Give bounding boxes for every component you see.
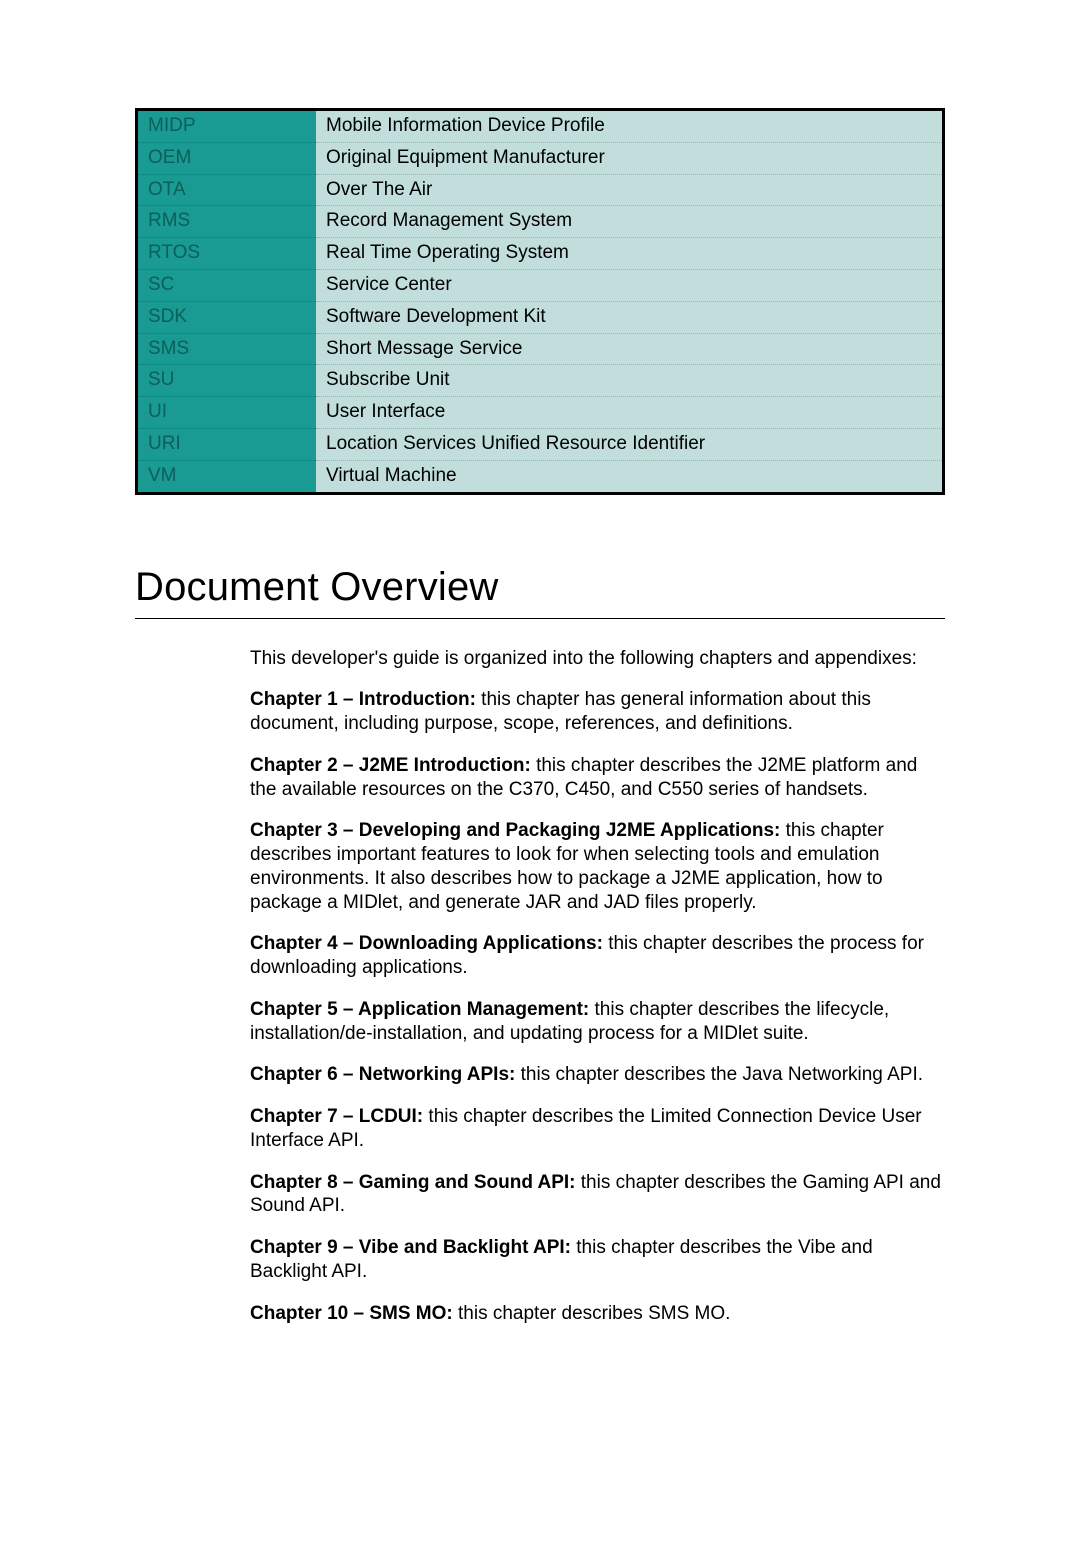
chapter-label: Chapter 7 – LCDUI: bbox=[250, 1106, 423, 1127]
chapter-paragraph: Chapter 9 – Vibe and Backlight API: this… bbox=[250, 1236, 945, 1284]
table-row: SCService Center bbox=[137, 269, 944, 301]
desc-cell: User Interface bbox=[316, 397, 944, 429]
document-page: MIDPMobile Information Device ProfileOEM… bbox=[0, 0, 1080, 1543]
desc-cell: Mobile Information Device Profile bbox=[316, 110, 944, 143]
desc-cell: Record Management System bbox=[316, 206, 944, 238]
chapter-label: Chapter 8 – Gaming and Sound API: bbox=[250, 1172, 576, 1193]
table-row: OTAOver The Air bbox=[137, 174, 944, 206]
table-row: SMSShort Message Service bbox=[137, 333, 944, 365]
abbr-cell: OEM bbox=[137, 142, 317, 174]
desc-cell: Subscribe Unit bbox=[316, 365, 944, 397]
chapter-label: Chapter 5 – Application Management: bbox=[250, 999, 589, 1020]
table-row: VMVirtual Machine bbox=[137, 460, 944, 493]
abbr-cell: SDK bbox=[137, 301, 317, 333]
chapters-container: Chapter 1 – Introduction: this chapter h… bbox=[250, 688, 945, 1325]
desc-cell: Software Development Kit bbox=[316, 301, 944, 333]
definitions-tbody: MIDPMobile Information Device ProfileOEM… bbox=[137, 110, 944, 494]
chapter-text: this chapter describes the Java Networki… bbox=[515, 1064, 923, 1085]
abbr-cell: UI bbox=[137, 397, 317, 429]
chapter-label: Chapter 4 – Downloading Applications: bbox=[250, 933, 603, 954]
table-row: URILocation Services Unified Resource Id… bbox=[137, 428, 944, 460]
chapter-paragraph: Chapter 3 – Developing and Packaging J2M… bbox=[250, 819, 945, 914]
desc-cell: Real Time Operating System bbox=[316, 238, 944, 270]
abbr-cell: RTOS bbox=[137, 238, 317, 270]
abbr-cell: SU bbox=[137, 365, 317, 397]
chapter-label: Chapter 10 – SMS MO: bbox=[250, 1303, 453, 1324]
intro-paragraph: This developer's guide is organized into… bbox=[250, 647, 945, 671]
table-row: RMSRecord Management System bbox=[137, 206, 944, 238]
desc-cell: Original Equipment Manufacturer bbox=[316, 142, 944, 174]
desc-cell: Short Message Service bbox=[316, 333, 944, 365]
chapter-paragraph: Chapter 10 – SMS MO: this chapter descri… bbox=[250, 1302, 945, 1326]
abbr-cell: SC bbox=[137, 269, 317, 301]
abbr-cell: SMS bbox=[137, 333, 317, 365]
chapter-label: Chapter 6 – Networking APIs: bbox=[250, 1064, 515, 1085]
desc-cell: Service Center bbox=[316, 269, 944, 301]
table-row: OEMOriginal Equipment Manufacturer bbox=[137, 142, 944, 174]
abbr-cell: VM bbox=[137, 460, 317, 493]
abbr-cell: MIDP bbox=[137, 110, 317, 143]
abbr-cell: URI bbox=[137, 428, 317, 460]
table-row: SUSubscribe Unit bbox=[137, 365, 944, 397]
chapter-label: Chapter 1 – Introduction: bbox=[250, 689, 476, 710]
chapter-paragraph: Chapter 8 – Gaming and Sound API: this c… bbox=[250, 1171, 945, 1219]
overview-body: This developer's guide is organized into… bbox=[250, 647, 945, 1326]
chapter-label: Chapter 2 – J2ME Introduction: bbox=[250, 755, 531, 776]
chapter-paragraph: Chapter 5 – Application Management: this… bbox=[250, 998, 945, 1046]
abbr-cell: OTA bbox=[137, 174, 317, 206]
desc-cell: Virtual Machine bbox=[316, 460, 944, 493]
definitions-table: MIDPMobile Information Device ProfileOEM… bbox=[135, 108, 945, 495]
desc-cell: Over The Air bbox=[316, 174, 944, 206]
chapter-label: Chapter 9 – Vibe and Backlight API: bbox=[250, 1237, 571, 1258]
table-row: SDKSoftware Development Kit bbox=[137, 301, 944, 333]
chapter-paragraph: Chapter 4 – Downloading Applications: th… bbox=[250, 932, 945, 980]
table-row: MIDPMobile Information Device Profile bbox=[137, 110, 944, 143]
chapter-paragraph: Chapter 6 – Networking APIs: this chapte… bbox=[250, 1063, 945, 1087]
title-rule bbox=[135, 618, 945, 619]
table-row: UIUser Interface bbox=[137, 397, 944, 429]
section-title: Document Overview bbox=[135, 565, 945, 610]
chapter-text: this chapter describes SMS MO. bbox=[453, 1303, 731, 1324]
abbr-cell: RMS bbox=[137, 206, 317, 238]
table-row: RTOSReal Time Operating System bbox=[137, 238, 944, 270]
chapter-label: Chapter 3 – Developing and Packaging J2M… bbox=[250, 820, 780, 841]
chapter-paragraph: Chapter 7 – LCDUI: this chapter describe… bbox=[250, 1105, 945, 1153]
chapter-paragraph: Chapter 1 – Introduction: this chapter h… bbox=[250, 688, 945, 736]
desc-cell: Location Services Unified Resource Ident… bbox=[316, 428, 944, 460]
chapter-paragraph: Chapter 2 – J2ME Introduction: this chap… bbox=[250, 754, 945, 802]
